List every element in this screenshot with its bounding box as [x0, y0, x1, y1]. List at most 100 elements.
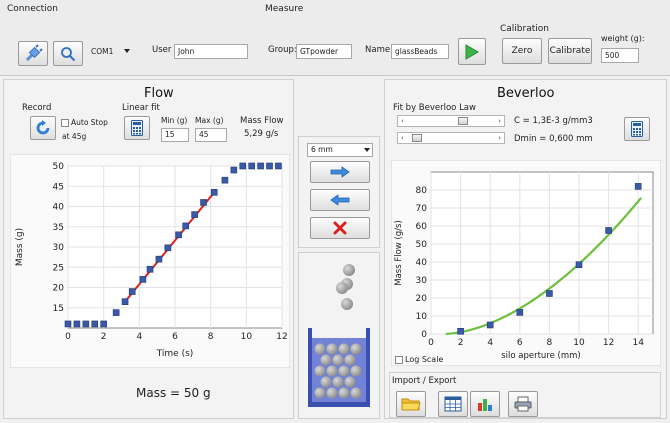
- mass-readout: Mass = 50 g: [136, 386, 211, 400]
- flow-data-point[interactable]: [239, 162, 247, 170]
- bar-chart-icon: [478, 399, 492, 411]
- start-measure-button[interactable]: [458, 38, 486, 65]
- min-input[interactable]: 15: [161, 128, 189, 142]
- bev-x-tick-label: 12: [603, 338, 614, 348]
- flow-y-tick-label: 15: [53, 304, 64, 314]
- bev-data-point[interactable]: [634, 183, 642, 190]
- dmin-slider-thumb[interactable]: [412, 134, 422, 142]
- flow-x-tick-label: 6: [172, 332, 178, 342]
- zero-button[interactable]: Zero: [502, 38, 542, 64]
- group-input[interactable]: GTpowder: [296, 44, 352, 59]
- bev-data-point[interactable]: [546, 290, 553, 297]
- flow-data-point[interactable]: [64, 320, 72, 328]
- bev-data-point[interactable]: [457, 328, 464, 335]
- c-slider-thumb[interactable]: [458, 117, 468, 125]
- flow-data-point[interactable]: [266, 162, 273, 170]
- flow-data-point[interactable]: [191, 211, 198, 218]
- weight-input[interactable]: 500: [601, 48, 639, 63]
- flow-data-point[interactable]: [257, 162, 264, 170]
- add-aperture-right-button[interactable]: [310, 161, 370, 183]
- auto-stop-threshold: at 45g: [62, 132, 87, 141]
- import-export-label: Import / Export: [392, 376, 457, 386]
- flow-data-point[interactable]: [230, 166, 238, 174]
- bev-y-tick-label: 40: [416, 258, 428, 268]
- flow-data-point[interactable]: [121, 298, 129, 305]
- beverloo-x-axis-label: silo aperture (mm): [501, 351, 581, 361]
- flow-y-tick-label: 20: [53, 284, 65, 294]
- log-scale-checkbox[interactable]: [395, 356, 403, 364]
- flow-y-tick-label: 30: [53, 243, 65, 253]
- beverloo-fit-button[interactable]: [624, 117, 650, 141]
- bev-data-point[interactable]: [516, 309, 524, 316]
- export-table-button[interactable]: [438, 391, 468, 417]
- flow-data-point[interactable]: [112, 309, 120, 316]
- bev-x-tick-label: 8: [547, 338, 553, 348]
- name-input[interactable]: glassBeads: [391, 44, 449, 59]
- flow-data-point[interactable]: [73, 320, 81, 328]
- connection-title: Connection: [7, 4, 58, 14]
- port-dropdown-arrow-icon[interactable]: [124, 49, 130, 53]
- connect-button[interactable]: [18, 41, 48, 66]
- flow-data-point[interactable]: [175, 231, 182, 239]
- c-slider[interactable]: ‹ ›: [397, 115, 505, 127]
- search-port-button[interactable]: [53, 41, 83, 66]
- flow-y-axis-label: Mass (g): [15, 228, 25, 266]
- dmin-slider-right-arrow-icon[interactable]: ›: [498, 134, 501, 142]
- falling-beads: [336, 264, 355, 310]
- beverloo-chart: 0 2 4 6 8 10 12 14 0 10 20 30 40 50 60 70 80 silo apertu…: [391, 160, 661, 366]
- c-slider-left-arrow-icon[interactable]: ‹: [401, 117, 404, 125]
- export-chart-button[interactable]: [470, 391, 500, 417]
- bev-x-tick-label: 14: [632, 338, 644, 348]
- auto-stop-label: Auto Stop: [71, 118, 108, 127]
- port-select[interactable]: COM1: [91, 47, 113, 56]
- flow-data-point[interactable]: [146, 265, 154, 273]
- silo-illustration: [308, 264, 370, 407]
- flow-data-point[interactable]: [182, 222, 189, 230]
- bev-data-point[interactable]: [486, 321, 494, 329]
- record-button[interactable]: [30, 116, 56, 140]
- flow-data-point[interactable]: [100, 320, 107, 328]
- flow-data-point[interactable]: [128, 288, 136, 295]
- refresh-icon: [36, 120, 50, 135]
- delete-point-button[interactable]: [310, 217, 370, 239]
- aperture-dropdown-arrow-icon[interactable]: [364, 148, 370, 152]
- linear-fit-button[interactable]: [124, 116, 150, 140]
- flow-data-point[interactable]: [221, 176, 229, 184]
- flow-data-point[interactable]: [91, 320, 99, 328]
- print-button[interactable]: [508, 391, 538, 417]
- log-scale-label: Log Scale: [405, 355, 444, 364]
- flow-data-point[interactable]: [248, 162, 255, 170]
- flow-data-point[interactable]: [210, 189, 218, 196]
- weight-label: weight (g):: [601, 34, 645, 43]
- flow-data-point[interactable]: [139, 276, 147, 283]
- flow-data-point[interactable]: [200, 199, 207, 206]
- flow-y-tick-label: 40: [53, 203, 65, 213]
- plug-icon: [25, 43, 43, 61]
- beverloo-y-axis-label: Mass Flow (g/s): [394, 220, 404, 286]
- calibrate-button[interactable]: Calibrate: [548, 38, 592, 64]
- flow-data-point[interactable]: [155, 255, 163, 263]
- open-folder-button[interactable]: [396, 391, 426, 417]
- beverloo-title: Beverloo: [497, 86, 555, 101]
- user-input[interactable]: John: [174, 44, 248, 59]
- flow-title: Flow: [144, 86, 174, 101]
- bev-data-point[interactable]: [575, 261, 583, 268]
- printer-icon: [514, 396, 532, 412]
- flow-y-tick-label: 50: [53, 162, 65, 172]
- flow-data-point[interactable]: [82, 320, 90, 328]
- flow-data-point[interactable]: [275, 162, 282, 170]
- flow-x-axis-label: Time (s): [156, 349, 194, 359]
- flow-y-tick-label: 25: [53, 263, 64, 273]
- delete-x-icon: [333, 221, 347, 235]
- bev-data-point[interactable]: [605, 227, 612, 234]
- linear-fit-label: Linear fit: [122, 103, 160, 113]
- max-input[interactable]: 45: [195, 128, 227, 142]
- bev-y-tick-label: 20: [416, 294, 428, 304]
- dmin-slider[interactable]: ‹ ›: [397, 132, 505, 144]
- auto-stop-checkbox[interactable]: [61, 119, 69, 127]
- dmin-slider-left-arrow-icon[interactable]: ‹: [401, 134, 404, 142]
- arrow-right-icon: [330, 166, 350, 178]
- move-left-button[interactable]: [310, 189, 370, 211]
- c-slider-right-arrow-icon[interactable]: ›: [498, 117, 501, 125]
- flow-data-point[interactable]: [164, 244, 172, 252]
